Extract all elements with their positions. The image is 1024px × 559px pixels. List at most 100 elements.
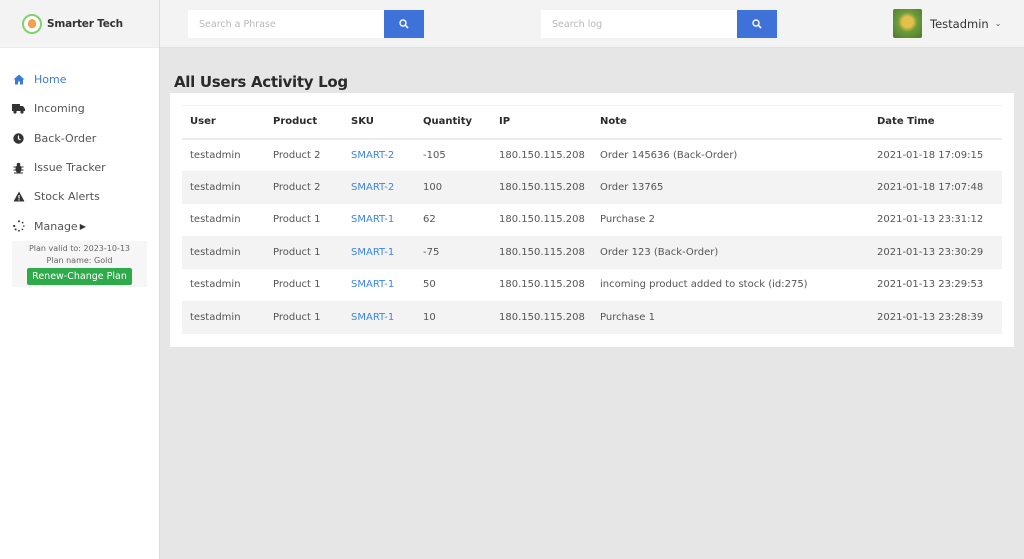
cell-date-time: 2021-01-13 23:30:29: [869, 236, 1002, 269]
search-icon: [399, 17, 409, 32]
table-row: testadmin Product 1 SMART-1 10 180.150.115.2…: [182, 301, 1002, 334]
cell-note: Order 145636 (Back-Order): [592, 138, 869, 172]
cell-date-time: 2021-01-18 17:09:15: [869, 138, 1002, 172]
column-header-quantity[interactable]: Quantity: [415, 106, 491, 139]
search-log-box: [541, 10, 777, 38]
cell-ip: 180.150.115.208: [491, 138, 592, 172]
search-log-button[interactable]: [737, 10, 777, 38]
sidebar-item-manage[interactable]: Manage ▶: [0, 211, 159, 240]
cell-user: testadmin: [182, 171, 265, 204]
cell-ip: 180.150.115.208: [491, 301, 592, 334]
search-phrase-button[interactable]: [384, 10, 424, 38]
cell-date-time: 2021-01-13 23:28:39: [869, 301, 1002, 334]
plan-name: Plan name: Gold: [46, 255, 113, 265]
table-row: testadmin Product 1 SMART-1 62 180.150.115.2…: [182, 203, 1002, 237]
lightbulb-icon: [22, 13, 42, 34]
sidebar: Smarter Tech Home Incoming Back-Order Is…: [0, 0, 160, 559]
cell-date-time: 2021-01-13 23:29:53: [869, 268, 1002, 302]
column-header-date-time[interactable]: Date Time: [869, 106, 1002, 139]
cell-sku[interactable]: SMART-1: [343, 236, 415, 269]
cell-product: Product 1: [265, 268, 343, 302]
cell-user: testadmin: [182, 203, 265, 237]
cell-note: incoming product added to stock (id:275): [592, 268, 869, 302]
cell-note: Order 13765: [592, 171, 869, 204]
table-header-row: User Product SKU Quantity IP Note Date T…: [182, 105, 1002, 139]
plan-info: Plan valid to: 2023-10-13 Plan name: Gol…: [12, 240, 147, 287]
table-row: testadmin Product 2 SMART-2 -105 180.150.115…: [182, 138, 1002, 172]
sidebar-item-stock-alerts[interactable]: Stock Alerts: [0, 182, 159, 211]
clock-icon: [12, 132, 25, 145]
cell-sku[interactable]: SMART-2: [343, 171, 415, 204]
cell-ip: 180.150.115.208: [491, 171, 592, 204]
cell-ip: 180.150.115.208: [491, 203, 592, 237]
cell-date-time: 2021-01-18 17:07:48: [869, 171, 1002, 204]
sidebar-item-label: Stock Alerts: [34, 190, 100, 204]
cell-date-time: 2021-01-13 23:31:12: [869, 203, 1002, 237]
cell-note: Order 123 (Back-Order): [592, 236, 869, 269]
cell-product: Product 1: [265, 203, 343, 237]
activity-log-table: User Product SKU Quantity IP Note Date T…: [182, 105, 1002, 334]
cell-user: testadmin: [182, 268, 265, 302]
user-name: Testadmin: [930, 16, 989, 31]
cell-quantity: 50: [415, 268, 491, 302]
sidebar-item-label: Home: [34, 73, 67, 87]
table-row: testadmin Product 1 SMART-1 -75 180.150.115.…: [182, 236, 1002, 269]
cell-product: Product 2: [265, 138, 343, 172]
brand[interactable]: Smarter Tech: [0, 0, 159, 48]
cell-sku[interactable]: SMART-1: [343, 268, 415, 302]
cell-sku[interactable]: SMART-1: [343, 301, 415, 334]
cell-quantity: 62: [415, 203, 491, 237]
column-header-sku[interactable]: SKU: [343, 106, 415, 139]
column-header-user[interactable]: User: [182, 106, 265, 139]
truck-icon: [12, 102, 25, 115]
sidebar-item-label: Incoming: [34, 102, 85, 116]
cell-user: testadmin: [182, 138, 265, 172]
renew-change-plan-button[interactable]: Renew-Change Plan: [27, 267, 132, 285]
column-header-ip[interactable]: IP: [491, 106, 592, 139]
plan-valid-to: Plan valid to: 2023-10-13: [28, 243, 131, 253]
cell-user: testadmin: [182, 301, 265, 334]
avatar: [893, 9, 922, 38]
topbar: Testadmin ⌄: [160, 0, 1024, 48]
cell-quantity: 100: [415, 171, 491, 204]
page-title: All Users Activity Log: [174, 73, 348, 91]
sidebar-item-back-order[interactable]: Back-Order: [0, 124, 159, 153]
home-icon: [12, 73, 25, 86]
user-menu[interactable]: Testadmin ⌄: [893, 9, 1001, 38]
brand-name: Smarter Tech: [47, 17, 123, 30]
sidebar-item-home[interactable]: Home: [0, 65, 159, 94]
search-log-input[interactable]: [541, 10, 737, 38]
sidebar-nav: Home Incoming Back-Order Issue Tracker S…: [0, 48, 159, 241]
table-row: testadmin Product 1 SMART-1 50 180.150.115.2…: [182, 268, 1002, 302]
column-header-note[interactable]: Note: [592, 106, 869, 139]
sidebar-item-label: Manage: [34, 219, 78, 233]
sidebar-item-incoming[interactable]: Incoming: [0, 94, 159, 123]
cell-note: Purchase 2: [592, 203, 869, 237]
sidebar-item-label: Issue Tracker: [34, 161, 106, 175]
cell-product: Product 1: [265, 236, 343, 269]
search-phrase-box: [188, 10, 424, 38]
cell-ip: 180.150.115.208: [491, 268, 592, 302]
cell-quantity: 10: [415, 301, 491, 334]
cell-sku[interactable]: SMART-1: [343, 203, 415, 237]
warning-icon: [12, 190, 25, 203]
cell-quantity: -75: [415, 236, 491, 269]
cell-quantity: -105: [415, 138, 491, 172]
cell-ip: 180.150.115.208: [491, 236, 592, 269]
search-icon: [752, 17, 762, 32]
table-row: testadmin Product 2 SMART-2 100 180.150.115.…: [182, 171, 1002, 204]
cell-note: Purchase 1: [592, 301, 869, 334]
column-header-product[interactable]: Product: [265, 106, 343, 139]
bug-icon: [12, 161, 25, 174]
cell-user: testadmin: [182, 236, 265, 269]
cell-sku[interactable]: SMART-2: [343, 138, 415, 172]
activity-log-card: User Product SKU Quantity IP Note Date T…: [170, 93, 1014, 347]
sidebar-item-issue-tracker[interactable]: Issue Tracker: [0, 153, 159, 182]
sidebar-item-label: Back-Order: [34, 131, 97, 145]
cell-product: Product 2: [265, 171, 343, 204]
search-phrase-input[interactable]: [188, 10, 384, 38]
caret-right-icon: ▶: [79, 221, 86, 231]
chevron-down-icon: ⌄: [994, 19, 1002, 28]
spinner-icon: [12, 220, 25, 233]
cell-product: Product 1: [265, 301, 343, 334]
